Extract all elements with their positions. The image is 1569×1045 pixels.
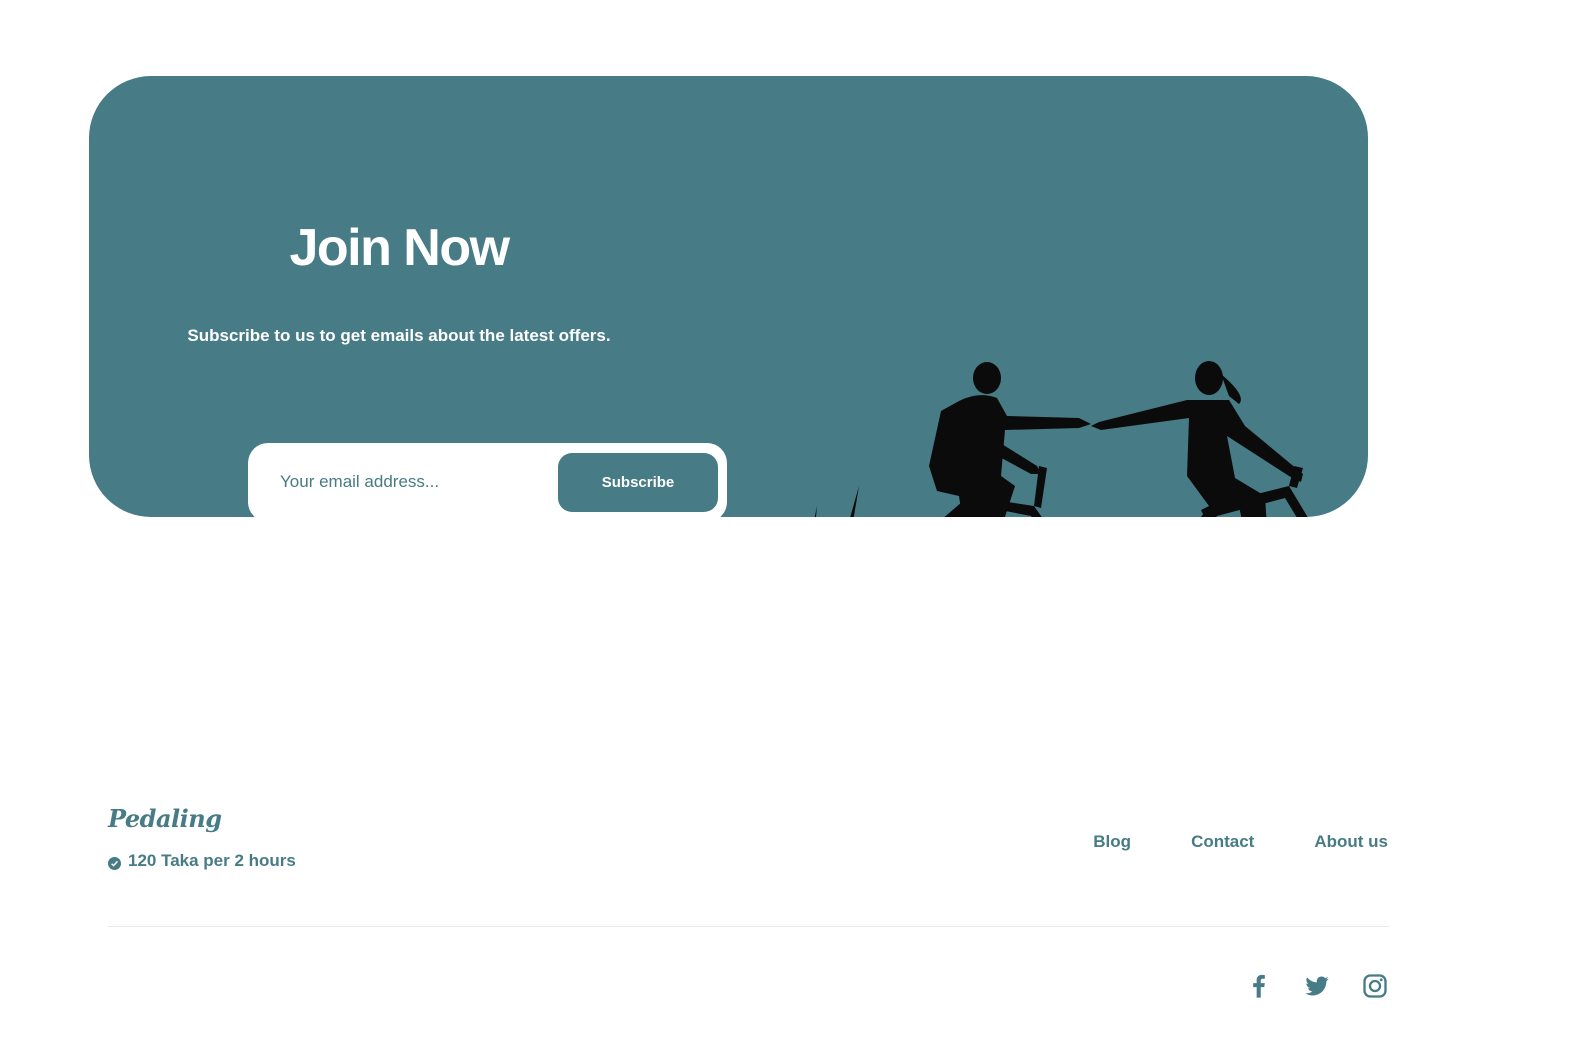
footer-nav: Blog Contact About us bbox=[1093, 832, 1388, 852]
instagram-icon[interactable] bbox=[1361, 972, 1389, 1000]
check-circle-icon bbox=[108, 855, 121, 870]
twitter-icon[interactable] bbox=[1303, 972, 1331, 1000]
banner-title: Join Now bbox=[289, 219, 510, 277]
price-info: 120 Taka per 2 hours bbox=[108, 851, 296, 871]
email-input[interactable] bbox=[270, 457, 560, 507]
social-links bbox=[1245, 972, 1389, 1000]
nav-link-blog[interactable]: Blog bbox=[1093, 832, 1131, 852]
subscribe-button[interactable]: Subscribe bbox=[558, 453, 718, 512]
subscribe-form: Subscribe bbox=[248, 443, 727, 517]
price-text: 120 Taka per 2 hours bbox=[128, 851, 296, 870]
join-now-banner: Join Now Subscribe to us to get emails a… bbox=[89, 76, 1368, 517]
nav-link-about-us[interactable]: About us bbox=[1314, 832, 1388, 852]
nav-link-contact[interactable]: Contact bbox=[1191, 832, 1254, 852]
banner-subtitle: Subscribe to us to get emails about the … bbox=[187, 326, 611, 345]
cyclists-silhouette-image bbox=[814, 361, 1308, 517]
facebook-icon[interactable] bbox=[1245, 972, 1273, 1000]
brand-logo[interactable]: Pedaling bbox=[108, 804, 222, 833]
footer-divider bbox=[108, 926, 1389, 927]
